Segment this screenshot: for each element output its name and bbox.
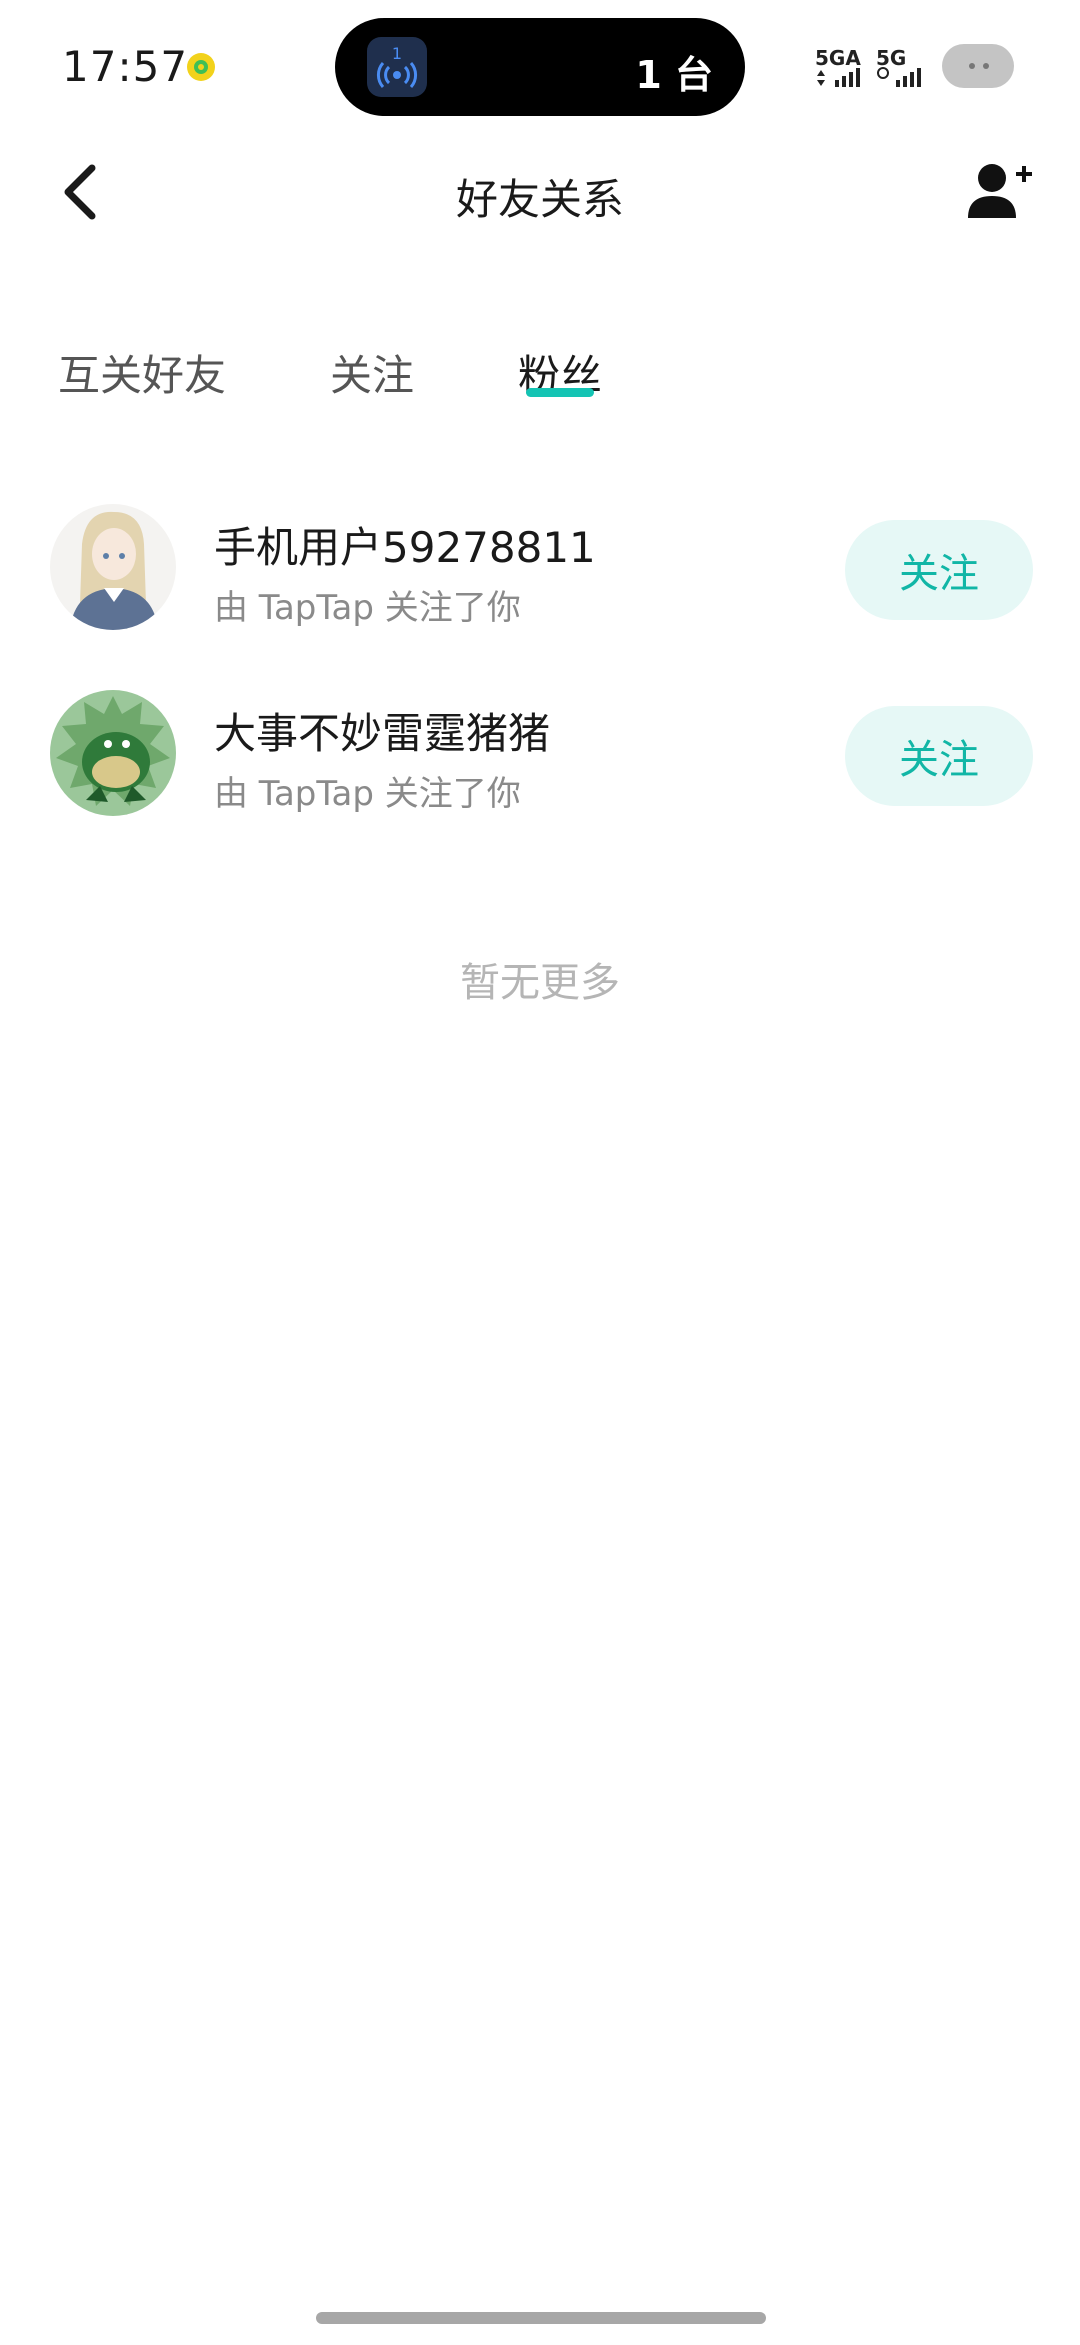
- follower-subtitle: 由 TapTap 关注了你: [214, 774, 521, 814]
- tab-following[interactable]: 关注: [330, 342, 414, 403]
- screen: 17:57 1 1 台 5GA 5G 好友关系 互关好友 关注 粉丝 手机用户5…: [0, 0, 1080, 2345]
- list-item[interactable]: 大事不妙雷霆猪猪 由 TapTap 关注了你 关注: [0, 690, 1080, 850]
- list-item[interactable]: 手机用户59278811 由 TapTap 关注了你 关注: [0, 504, 1080, 664]
- follower-name: 大事不妙雷霆猪猪: [214, 709, 551, 758]
- avatar[interactable]: [50, 504, 176, 630]
- active-tab-indicator: [526, 388, 594, 397]
- island-badge-text: 1: [392, 44, 402, 63]
- follower-name: 手机用户59278811: [214, 523, 596, 572]
- island-count: 1 台: [635, 53, 713, 97]
- follower-subtitle: 由 TapTap 关注了你: [214, 588, 521, 628]
- tab-mutual-friends[interactable]: 互关好友: [58, 342, 226, 403]
- music-app-icon: [187, 53, 215, 81]
- signal-icon: [817, 68, 860, 87]
- cloud-status-icon: [942, 44, 1014, 88]
- page-title: 好友关系: [455, 175, 624, 224]
- follow-button[interactable]: 关注: [845, 706, 1033, 806]
- avatar[interactable]: [50, 690, 176, 816]
- dynamic-island[interactable]: 1 1 台: [335, 18, 745, 116]
- no-more-hint: 暂无更多: [460, 960, 620, 1006]
- status-bar: 17:57 1 1 台 5GA 5G: [0, 0, 1080, 130]
- signal-icon: [877, 67, 921, 87]
- add-user-icon[interactable]: [964, 158, 1034, 228]
- home-indicator[interactable]: [316, 2312, 766, 2324]
- island-app-icon: 1: [367, 37, 427, 97]
- broadcast-icon: 1: [376, 44, 418, 88]
- follow-button[interactable]: 关注: [845, 520, 1033, 620]
- status-time: 17:57: [62, 42, 189, 91]
